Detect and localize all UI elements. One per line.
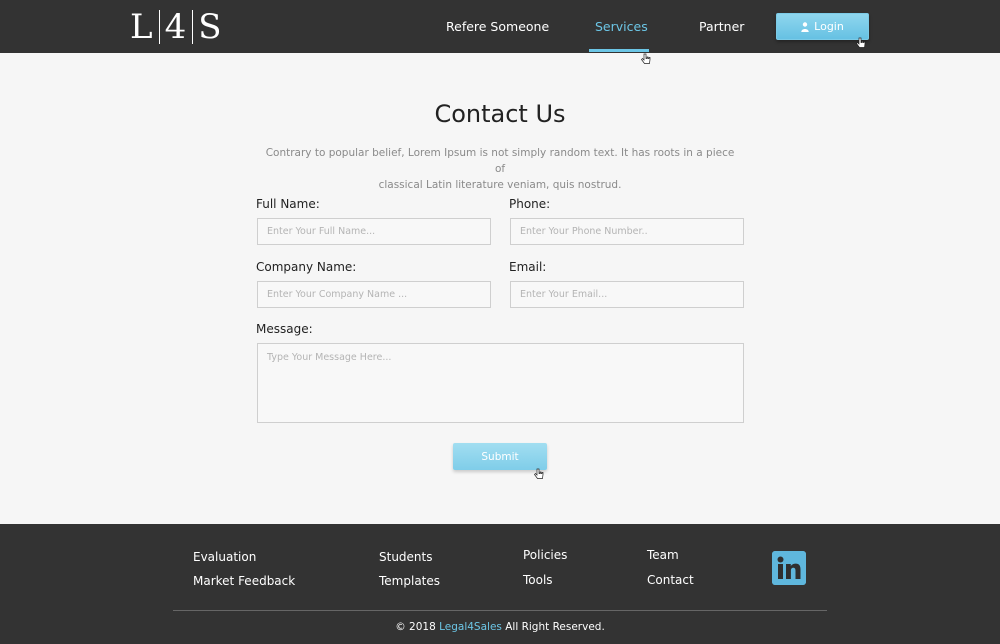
page-title: Contact Us (434, 100, 566, 128)
footer-link-team[interactable]: Team (647, 548, 679, 562)
company-name-input[interactable] (257, 281, 491, 308)
logo-letter-l: L (130, 7, 154, 47)
linkedin-icon[interactable] (772, 551, 806, 585)
phone-label: Phone: (509, 197, 551, 211)
footer-link-contact[interactable]: Contact (647, 573, 694, 587)
copyright-suffix: All Right Reserved. (501, 621, 605, 633)
footer-link-tools[interactable]: Tools (523, 573, 553, 587)
footer-divider (173, 610, 827, 611)
login-button[interactable]: Login (776, 13, 869, 40)
full-name-label: Full Name: (256, 197, 320, 211)
message-textarea[interactable] (257, 343, 744, 423)
logo-digit-4: 4 (164, 7, 188, 47)
nav-active-indicator (589, 49, 649, 52)
copyright-text: © 2018 Legal4Sales All Right Reserved. (0, 621, 1000, 633)
footer-link-evaluation[interactable]: Evaluation (193, 550, 256, 564)
intro-line-2: classical Latin literature veniam, quis … (378, 179, 622, 191)
phone-input[interactable] (510, 218, 744, 245)
hand-cursor-icon (856, 37, 866, 48)
email-label: Email: (509, 260, 547, 274)
logo-letter-s: S (198, 7, 223, 47)
footer: Evaluation Market Feedback Students Temp… (0, 524, 1000, 644)
logo-divider (192, 10, 194, 44)
top-navbar: L 4 S Refere Someone Services Partner Lo… (0, 0, 1000, 64)
copyright-brand-link[interactable]: Legal4Sales (439, 621, 502, 633)
hand-cursor-icon (641, 53, 651, 64)
copyright-prefix: © 2018 (395, 621, 440, 633)
footer-link-market-feedback[interactable]: Market Feedback (193, 574, 295, 588)
footer-link-policies[interactable]: Policies (523, 548, 567, 562)
company-name-label: Company Name: (256, 260, 357, 274)
intro-text: Contrary to popular belief, Lorem Ipsum … (262, 145, 738, 193)
submit-button[interactable]: Submit (453, 443, 547, 470)
login-label: Login (814, 20, 844, 33)
full-name-input[interactable] (257, 218, 491, 245)
intro-line-1: Contrary to popular belief, Lorem Ipsum … (265, 147, 735, 175)
nav-refer-someone[interactable]: Refere Someone (446, 19, 549, 35)
email-input[interactable] (510, 281, 744, 308)
footer-link-templates[interactable]: Templates (379, 574, 440, 588)
site-logo[interactable]: L 4 S (130, 8, 223, 46)
user-icon (801, 21, 809, 32)
nav-partner[interactable]: Partner (699, 19, 744, 35)
logo-divider (158, 10, 160, 44)
footer-link-students[interactable]: Students (379, 550, 433, 564)
message-label: Message: (256, 322, 313, 336)
nav-services[interactable]: Services (595, 19, 648, 35)
hand-cursor-icon (534, 468, 544, 479)
